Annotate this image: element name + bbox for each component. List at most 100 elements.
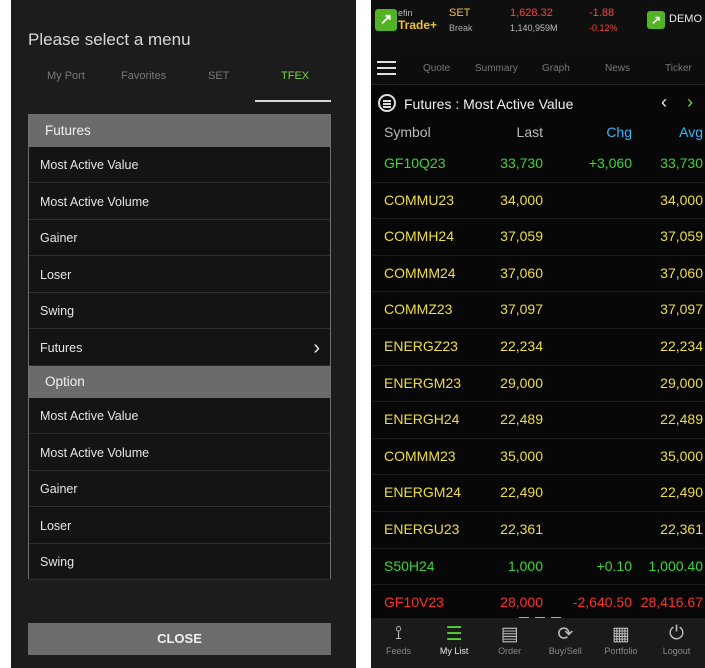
order-icon: ▤	[500, 624, 519, 645]
sub-navbar: Quote Summary Graph News Ticker	[371, 54, 705, 85]
table-row[interactable]: COMMH24 37,059 37,059	[371, 219, 705, 256]
bottom-nav-buy-sell[interactable]: ⟳ Buy/Sell	[538, 618, 593, 668]
tab-tfex[interactable]: TFEX	[281, 70, 309, 82]
bottom-nav-portfolio[interactable]: ▦ Portfolio	[593, 618, 648, 668]
chevron-right-icon[interactable]: ›	[687, 92, 693, 113]
cell-symbol: ENERGH24	[384, 411, 460, 428]
menu-item-futures-most-active-volume[interactable]: Most Active Volume	[29, 183, 330, 220]
nav-tab-news[interactable]: News	[605, 63, 630, 74]
market-header: ↗ efin Trade+ SET Break 1,628.32 1,140,9…	[371, 0, 705, 54]
nav-tab-summary[interactable]: Summary	[475, 63, 518, 74]
market-volume: 1,140,959M	[510, 23, 558, 33]
bottom-nav-my-list[interactable]: ☰ My List	[427, 618, 482, 668]
page-header: Futures : Most Active Value ‹ ›	[371, 87, 705, 120]
cell-avg: 29,000	[660, 374, 703, 391]
market-status: Break	[449, 23, 473, 33]
menu-item-futures-gainer[interactable]: Gainer	[29, 220, 330, 256]
table-row[interactable]: S50H24 1,000 +0.10 1,000.40	[371, 549, 705, 586]
menu-item-option-swing[interactable]: Swing	[29, 544, 330, 580]
menu-item-option-most-active-volume[interactable]: Most Active Volume	[29, 434, 330, 471]
market-index: 1,628.32	[510, 7, 553, 19]
bottom-nav-logout[interactable]: ⏻ Logout	[649, 618, 704, 668]
hamburger-menu-icon[interactable]	[377, 61, 396, 75]
cell-avg: 22,490	[660, 484, 703, 501]
menu-item-option-most-active-value[interactable]: Most Active Value	[29, 398, 330, 434]
portfolio-icon: ▦	[611, 624, 630, 645]
app-screen: ↗ efin Trade+ SET Break 1,628.32 1,140,9…	[371, 0, 705, 668]
menu-item-futures-swing[interactable]: Swing	[29, 293, 330, 329]
table-row[interactable]: ENERGM23 29,000 29,000	[371, 366, 705, 403]
cell-avg: 35,000	[660, 447, 703, 464]
bottom-nav-label: Feeds	[385, 646, 411, 656]
cell-avg: 33,730	[660, 155, 703, 171]
menu-item-label: Futures	[40, 340, 83, 355]
logo-text-bottom: Trade+	[398, 18, 438, 32]
cell-chg: +0.10	[596, 557, 632, 574]
menu-item-futures-futures[interactable]: Futures ›	[29, 329, 330, 366]
quote-table: GF10Q23 33,730 +3,060 33,730 COMMU23 34,000 34…	[371, 146, 705, 668]
cell-avg: 22,234	[660, 337, 703, 354]
table-row[interactable]: COMMU23 34,000 34,000	[371, 183, 705, 220]
bottom-navigation: ⟟ Feeds ☰ My List ▤ Order ⟳ Buy/Sell ▦ Portfolio ⏻…	[371, 618, 705, 668]
page-title: Futures : Most Active Value	[404, 96, 574, 112]
cell-symbol: S50H24	[384, 557, 435, 574]
demo-label[interactable]: DEMO	[647, 13, 702, 25]
bottom-nav-label: Buy/Sell	[548, 646, 582, 656]
nav-tab-quote[interactable]: Quote	[423, 63, 450, 74]
cell-last: 22,489	[500, 411, 543, 428]
cell-last: 35,000	[500, 447, 543, 464]
market-change-percent: -0.12%	[589, 23, 618, 33]
table-row[interactable]: ENERGZ23 22,234 22,234	[371, 329, 705, 366]
column-chg: Chg	[606, 124, 632, 140]
cell-chg: +3,060	[588, 155, 632, 171]
menu-list-icon[interactable]	[378, 94, 396, 112]
table-row[interactable]: GF10Q23 33,730 +3,060 33,730	[371, 146, 705, 183]
menu-item-futures-most-active-value[interactable]: Most Active Value	[29, 147, 330, 183]
bottom-nav-order[interactable]: ▤ Order	[482, 618, 537, 668]
nav-tab-ticker[interactable]: Ticker	[665, 63, 692, 74]
table-row[interactable]: ENERGH24 22,489 22,489	[371, 402, 705, 439]
cell-symbol: ENERGM23	[384, 374, 462, 391]
menu-dialog: Please select a menu My Port Favorites S…	[11, 0, 356, 668]
menu-tabs: My Port Favorites SET TFEX	[11, 62, 356, 102]
table-row[interactable]: COMMM24 37,060 37,060	[371, 256, 705, 293]
column-last: Last	[516, 124, 543, 140]
tab-set[interactable]: SET	[208, 70, 229, 82]
bottom-nav-feeds[interactable]: ⟟ Feeds	[371, 618, 426, 668]
column-symbol: Symbol	[384, 124, 431, 140]
menu-item-option-gainer[interactable]: Gainer	[29, 471, 330, 507]
buy-sell-icon: ⟳	[557, 624, 574, 645]
cell-avg: 37,097	[660, 301, 703, 318]
chevron-left-icon[interactable]: ‹	[661, 92, 667, 113]
screen: Please select a menu My Port Favorites S…	[0, 0, 705, 668]
cell-last: 22,490	[500, 484, 543, 501]
efin-logo-icon: ↗	[375, 9, 397, 31]
menu-list: Futures Most Active Value Most Active Vo…	[28, 114, 331, 580]
tab-my-port[interactable]: My Port	[47, 70, 85, 82]
tab-favorites[interactable]: Favorites	[121, 70, 166, 82]
cell-avg: 1,000.40	[648, 557, 704, 574]
table-row[interactable]: ENERGU23 22,361 22,361	[371, 512, 705, 549]
cell-last: 33,730	[500, 155, 543, 171]
market-change: -1.88	[589, 7, 615, 19]
close-button[interactable]: CLOSE	[28, 623, 331, 655]
cell-last: 22,361	[500, 520, 543, 537]
nav-tab-graph[interactable]: Graph	[542, 63, 570, 74]
table-row[interactable]: COMMZ23 37,097 37,097	[371, 292, 705, 329]
active-tab-indicator	[255, 100, 331, 102]
cell-chg: -2,640.50	[572, 594, 632, 611]
chevron-right-icon: ›	[313, 336, 320, 359]
menu-item-option-loser[interactable]: Loser	[29, 507, 330, 544]
cell-symbol: ENERGZ23	[384, 337, 458, 354]
cell-symbol: GF10V23	[384, 594, 444, 611]
table-row[interactable]: COMMM23 35,000 35,000	[371, 439, 705, 476]
cell-last: 37,060	[500, 264, 543, 281]
table-row[interactable]: ENERGM24 22,490 22,490	[371, 475, 705, 512]
cell-symbol: COMMZ23	[384, 301, 453, 318]
cell-symbol: ENERGU23	[384, 520, 460, 537]
menu-item-futures-loser[interactable]: Loser	[29, 256, 330, 293]
cell-avg: 37,059	[660, 228, 703, 245]
cell-symbol: GF10Q23	[384, 155, 446, 171]
cell-avg: 22,361	[660, 520, 703, 537]
cell-avg: 37,060	[660, 264, 703, 281]
